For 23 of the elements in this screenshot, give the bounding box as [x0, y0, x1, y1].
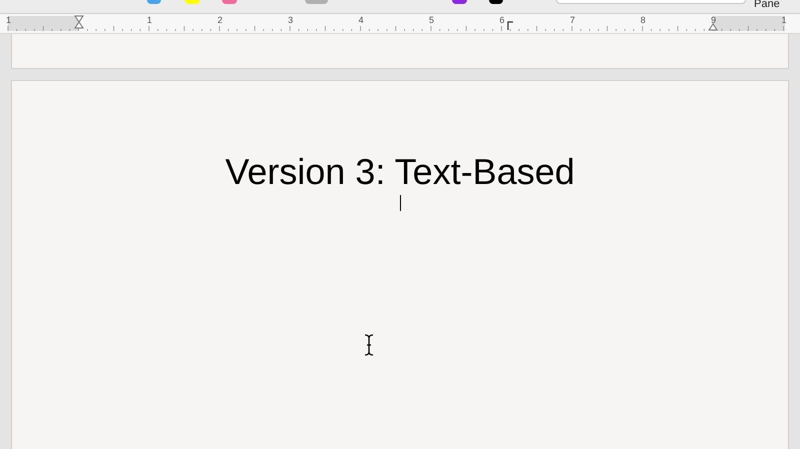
document-title: Version 3: Text-Based: [225, 151, 575, 193]
ruler-number: 5: [429, 15, 434, 25]
color-swatch[interactable]: [185, 0, 200, 4]
ruler-number: 6: [500, 15, 504, 25]
color-swatch[interactable]: [147, 0, 161, 4]
text-cursor-icon: [364, 334, 374, 356]
ruler-number: 1: [782, 15, 786, 25]
ruler-number: 2: [218, 15, 222, 25]
ruler-number: 9: [711, 15, 716, 25]
ruler-number: 1: [147, 15, 152, 25]
color-swatch[interactable]: [452, 0, 467, 4]
color-swatch[interactable]: [305, 0, 328, 4]
indent-marker-icon[interactable]: [74, 16, 84, 28]
color-swatch[interactable]: [222, 0, 237, 4]
text-caret: [400, 195, 401, 211]
ruler-number: 7: [570, 15, 575, 25]
right-indent-marker-icon[interactable]: [708, 23, 718, 30]
ruler-number: 8: [640, 15, 646, 25]
tab-stop-icon[interactable]: [507, 21, 513, 30]
ruler-number: 3: [288, 15, 293, 25]
ruler-number: 4: [358, 15, 364, 25]
color-swatch[interactable]: [489, 0, 503, 4]
ruler-number: 1: [6, 15, 11, 25]
